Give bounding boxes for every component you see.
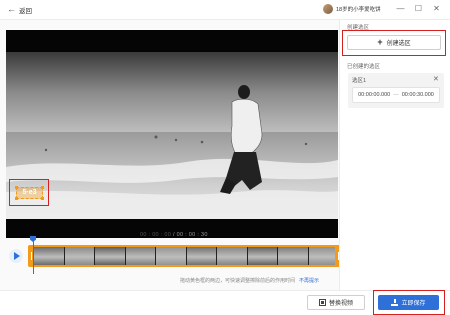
filmstrip-frame <box>278 247 309 265</box>
selection-time-range[interactable]: 00:00:00.000 --- 00:00:30.000 <box>352 87 440 103</box>
save-now-label: 立即保存 <box>401 301 426 307</box>
created-section-title: 已创建的选区 <box>347 64 381 70</box>
back-button[interactable]: ← 返回 <box>7 5 32 15</box>
avatar <box>323 4 333 14</box>
filmstrip-frame <box>186 247 217 265</box>
time-separator: / <box>172 232 175 238</box>
user-account[interactable]: 18岁的小李爱吃饼 <box>323 4 381 14</box>
video-frame-image <box>6 52 338 219</box>
create-selection-label: 创建选区 <box>386 41 411 47</box>
user-name: 18岁的小李爱吃饼 <box>336 7 381 13</box>
maximize-icon[interactable]: ☐ <box>414 4 423 14</box>
watermark-badge-text: 5·e3 <box>22 189 37 196</box>
selection-end-time: 00:00:30.000 <box>401 92 434 98</box>
window-controls: — ☐ ✕ <box>396 4 441 14</box>
create-selection-button[interactable]: + 创建选区 <box>347 35 441 50</box>
back-label: 返回 <box>19 7 32 15</box>
replace-video-label: 替换视频 <box>328 301 353 307</box>
minimize-icon[interactable]: — <box>396 4 405 14</box>
timecode: 00 : 00 : 00 / 00 : 00 : 30 <box>140 232 208 238</box>
selection-time-separator: --- <box>393 92 399 98</box>
download-icon <box>391 299 399 306</box>
close-icon[interactable]: ✕ <box>432 4 441 14</box>
selection-sidebar <box>339 20 450 290</box>
selection-title: 选区1 <box>352 78 367 84</box>
delete-selection-close-icon[interactable]: ✕ <box>433 75 439 83</box>
filmstrip-frame <box>125 247 156 265</box>
filmstrip-frame <box>247 247 278 265</box>
replace-video-button[interactable]: 替换视频 <box>307 295 365 310</box>
hint-text: 拖动黄色框的两边，可快速调整擦除前后的作用时间 <box>180 278 296 284</box>
timeline-hint: 拖动黄色框的两边，可快速调整擦除前后的作用时间 不再提示 <box>180 277 319 284</box>
save-button-annotation: 立即保存 <box>373 290 445 315</box>
filmstrip-frame <box>95 247 126 265</box>
timeline-filmstrip[interactable] <box>32 245 341 267</box>
replace-video-icon <box>318 299 326 306</box>
editor-pane: 5·e3 00 : 00 : 00 / 00 : 00 : 30 拖动黄色框的两… <box>0 20 341 290</box>
save-now-button[interactable]: 立即保存 <box>378 295 439 310</box>
watermark-selection-annotation: 5·e3 <box>9 179 49 206</box>
selection-card[interactable]: 选区1 ✕ 00:00:00.000 --- 00:00:30.000 <box>348 73 444 108</box>
dismiss-hint-link[interactable]: 不再提示 <box>299 278 319 284</box>
selection-start-time: 00:00:00.000 <box>358 92 391 98</box>
watermark-selection-box[interactable]: 5·e3 <box>15 186 44 200</box>
back-arrow-icon: ← <box>7 4 16 14</box>
current-time: 00 : 00 : 00 <box>140 232 172 238</box>
create-selection-annotation: + 创建选区 <box>342 30 446 56</box>
timeline[interactable] <box>28 236 341 274</box>
filmstrip-frame <box>34 247 65 265</box>
video-preview[interactable]: 5·e3 <box>6 30 338 238</box>
play-button[interactable] <box>9 249 23 263</box>
title-bar: ← 返回 18岁的小李爱吃饼 — ☐ ✕ <box>0 0 450 20</box>
filmstrip-frame <box>64 247 95 265</box>
playhead-line <box>32 241 34 274</box>
filmstrip-frame <box>217 247 248 265</box>
play-icon <box>14 252 20 260</box>
plus-icon: + <box>377 37 383 47</box>
playhead[interactable] <box>30 236 36 274</box>
filmstrip-frame <box>156 247 187 265</box>
total-time: 00 : 00 : 30 <box>176 232 208 238</box>
